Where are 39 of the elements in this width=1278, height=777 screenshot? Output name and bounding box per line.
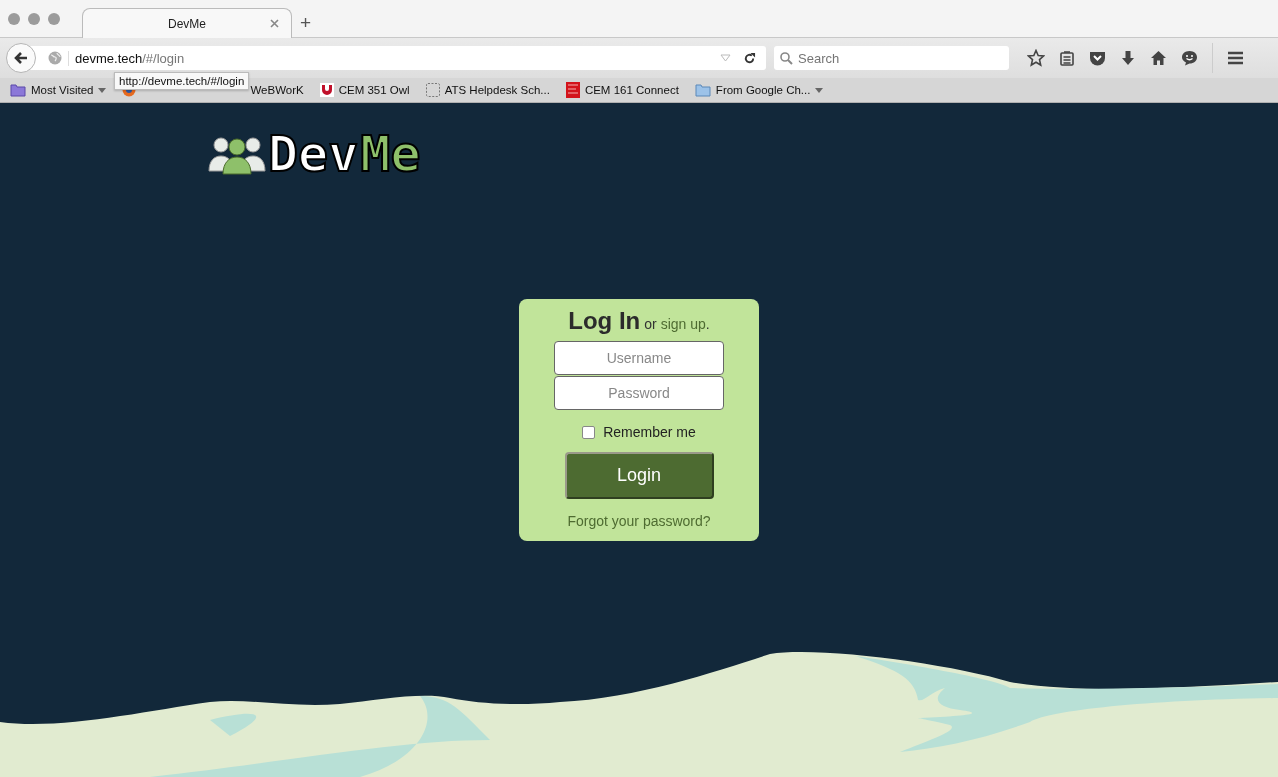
bookmark-item[interactable]: CEM 161 Connect (565, 82, 679, 98)
bookmark-item[interactable]: From Google Ch... (694, 83, 824, 97)
download-icon[interactable] (1120, 50, 1136, 66)
username-field[interactable]: Username (554, 341, 724, 375)
pocket-icon[interactable] (1089, 50, 1106, 66)
bookmark-item[interactable]: ATS Helpdesk Sch... (425, 83, 550, 97)
browser-tab[interactable]: DevMe (82, 8, 292, 38)
login-title: Log In (568, 307, 641, 335)
or-text: or (644, 316, 657, 332)
link-tooltip: http://devme.tech/#/login (114, 72, 250, 90)
back-arrow-icon (13, 50, 29, 66)
new-tab-button[interactable]: + (292, 9, 320, 37)
remember-checkbox[interactable] (582, 425, 596, 439)
period-text: . (705, 316, 710, 332)
sign-up-link[interactable]: sign up (660, 316, 706, 332)
chat-bubble-icon[interactable] (1181, 50, 1198, 66)
blank-page-icon (425, 83, 440, 97)
folder-icon (694, 83, 711, 97)
shield-icon (319, 83, 334, 97)
reading-list-icon[interactable] (1059, 50, 1075, 66)
bookmark-item[interactable]: Most Visited (10, 83, 107, 97)
password-field[interactable]: Password (554, 376, 724, 410)
back-button[interactable] (6, 43, 36, 73)
globe-icon (48, 51, 62, 65)
menu-icon[interactable] (1227, 51, 1244, 65)
publisher-icon (565, 82, 580, 98)
bookmark-item[interactable]: WeBWorK (250, 84, 304, 96)
devme-logo[interactable]: DevMe (208, 129, 421, 179)
remember-label: Remember me (603, 424, 696, 440)
home-icon[interactable] (1150, 50, 1167, 66)
forgot-password-link[interactable]: Forgot your password? (567, 513, 711, 529)
login-button[interactable]: Login (564, 452, 714, 499)
star-icon[interactable] (1027, 49, 1045, 67)
url-text: devme.tech/#/login (68, 50, 714, 66)
bookmark-item[interactable]: CEM 351 Owl (319, 83, 410, 97)
close-tab-icon[interactable] (270, 19, 279, 28)
folder-icon (10, 83, 26, 97)
search-field[interactable]: Search (774, 46, 1009, 70)
reload-icon[interactable] (743, 51, 756, 65)
